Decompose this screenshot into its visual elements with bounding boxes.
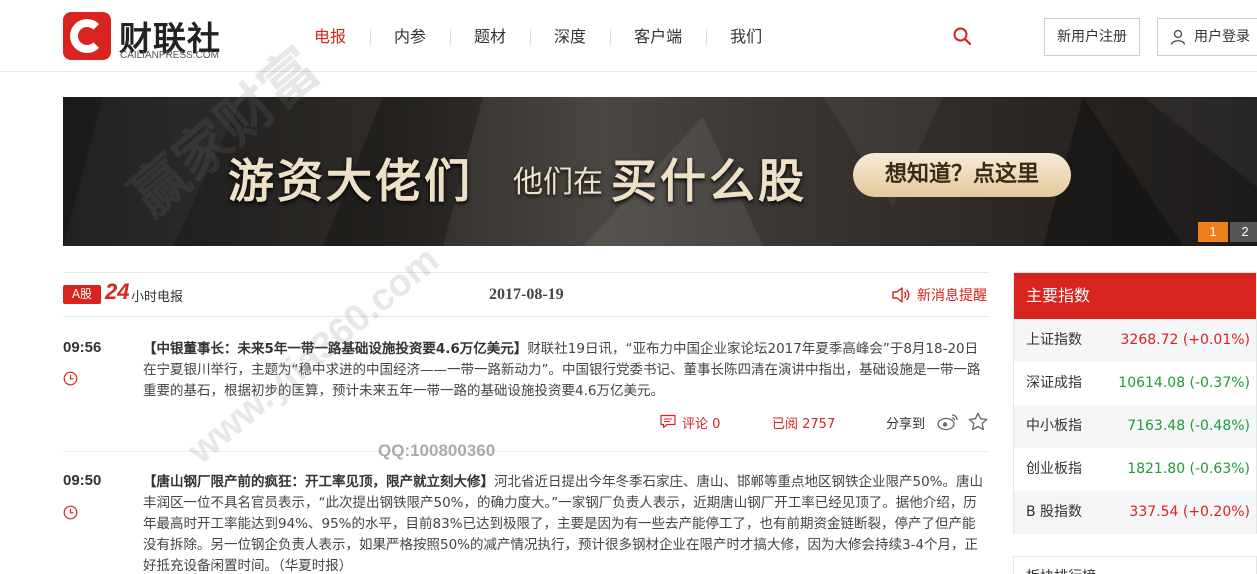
- user-icon: [1170, 29, 1186, 45]
- banner-headline-3: 买什么股: [611, 154, 807, 208]
- sector-ranking-panel: 板块排行榜: [1013, 556, 1257, 574]
- comment-icon[interactable]: [660, 414, 676, 429]
- logo-badge: [63, 12, 111, 60]
- nav-item-depth[interactable]: 深度: [530, 18, 610, 56]
- index-name: 创业板指: [1026, 461, 1082, 477]
- index-name: B 股指数: [1026, 504, 1083, 520]
- banner-page-1[interactable]: 1: [1198, 222, 1228, 242]
- nav-item-insider[interactable]: 内参: [370, 18, 450, 56]
- news-headline: 【唐山钢厂限产前的疯狂：开工率见顶，限产就立刻大修】: [143, 474, 494, 490]
- news-time: 09:56: [63, 339, 102, 356]
- index-name: 深证成指: [1026, 375, 1082, 391]
- comment-count[interactable]: 评论 0: [682, 413, 720, 432]
- banner-headline-1: 游资大佬们: [228, 154, 473, 208]
- index-row[interactable]: 中小板指 7163.48 (-0.48%): [1014, 405, 1256, 448]
- banner-page-2[interactable]: 2: [1230, 222, 1257, 242]
- nav-item-telegraph[interactable]: 电报: [290, 18, 370, 56]
- qq-watermark: QQ:100800360: [378, 441, 496, 460]
- news-headline: 【中银董事长：未来5年一带一路基础设施投资要4.6万亿美元】: [143, 341, 528, 357]
- new-message-alert[interactable]: 新消息提醒: [917, 285, 987, 305]
- index-value: 3268.72 (+0.01%): [1120, 332, 1250, 348]
- speaker-icon[interactable]: [891, 285, 911, 305]
- news-content[interactable]: 【唐山钢厂限产前的疯狂：开工率见顶，限产就立刻大修】河北省近日提出今年冬季石家庄…: [143, 472, 989, 574]
- telegraph-label: 小时电报: [131, 290, 184, 305]
- banner-cta-button[interactable]: 想知道？点这里: [853, 153, 1071, 197]
- share-label: 分享到: [886, 417, 926, 432]
- a-share-tag: A股: [63, 285, 101, 304]
- clock-icon: [63, 505, 78, 520]
- nav-item-client[interactable]: 客户端: [610, 18, 706, 56]
- index-value: 1821.80 (-0.63%): [1127, 461, 1250, 477]
- major-indices-panel: 主要指数 上证指数 3268.72 (+0.01%) 深证成指 10614.08…: [1013, 272, 1257, 534]
- clock-icon: [63, 371, 78, 386]
- promo-banner[interactable]: 游资大佬们 他们在 买什么股 想知道？点这里: [63, 97, 1257, 246]
- index-value: 337.54 (+0.20%): [1129, 504, 1250, 520]
- index-value: 10614.08 (-0.37%): [1118, 375, 1250, 391]
- news-time: 09:50: [63, 472, 102, 489]
- index-row[interactable]: 创业板指 1821.80 (-0.63%): [1014, 448, 1256, 491]
- login-label: 用户登录: [1194, 29, 1250, 45]
- telegraph-header: A股 24 小时电报 2017-08-19 新消息提醒: [63, 272, 989, 317]
- index-name: 上证指数: [1026, 332, 1082, 348]
- favorite-star-icon[interactable]: [968, 412, 988, 431]
- nav-item-about[interactable]: 我们: [706, 18, 786, 56]
- site-logo[interactable]: 财联社 CAILIANPRESS.COM: [63, 12, 233, 62]
- read-count: 已阅 2757: [772, 417, 836, 432]
- banner-headline-2: 他们在: [513, 165, 603, 200]
- register-button[interactable]: 新用户注册: [1044, 18, 1140, 56]
- news-item: 09:50 【唐山钢厂限产前的疯狂：开工率见顶，限产就立刻大修】河北省近日提出今…: [63, 472, 989, 574]
- news-item: 09:56 【中银董事长：未来5年一带一路基础设施投资要4.6万亿美元】财联社1…: [63, 339, 989, 439]
- index-row[interactable]: B 股指数 337.54 (+0.20%): [1014, 491, 1256, 534]
- nav-item-themes[interactable]: 题材: [450, 18, 530, 56]
- index-row[interactable]: 深证成指 10614.08 (-0.37%): [1014, 362, 1256, 405]
- login-button[interactable]: 用户登录: [1157, 18, 1257, 56]
- index-value: 7163.48 (-0.48%): [1127, 418, 1250, 434]
- indices-list: 上证指数 3268.72 (+0.01%) 深证成指 10614.08 (-0.…: [1014, 319, 1256, 534]
- search-icon[interactable]: [953, 27, 971, 45]
- news-content[interactable]: 【中银董事长：未来5年一带一路基础设施投资要4.6万亿美元】财联社19日讯，“亚…: [143, 339, 989, 402]
- site-header: 财联社 CAILIANPRESS.COM 电报 内参 题材 深度 客户端 我们 …: [0, 0, 1257, 72]
- hours-number: 24: [105, 279, 130, 304]
- index-row[interactable]: 上证指数 3268.72 (+0.01%): [1014, 319, 1256, 362]
- sector-ranking-title: 板块排行榜: [1026, 566, 1096, 574]
- main-nav: 电报 内参 题材 深度 客户端 我们: [290, 18, 786, 56]
- news-divider: [63, 451, 989, 452]
- index-name: 中小板指: [1026, 418, 1082, 434]
- panel-title: 主要指数: [1014, 273, 1256, 319]
- weibo-icon[interactable]: [937, 412, 959, 431]
- telegraph-date: 2017-08-19: [489, 286, 564, 303]
- logo-domain: CAILIANPRESS.COM: [120, 50, 219, 61]
